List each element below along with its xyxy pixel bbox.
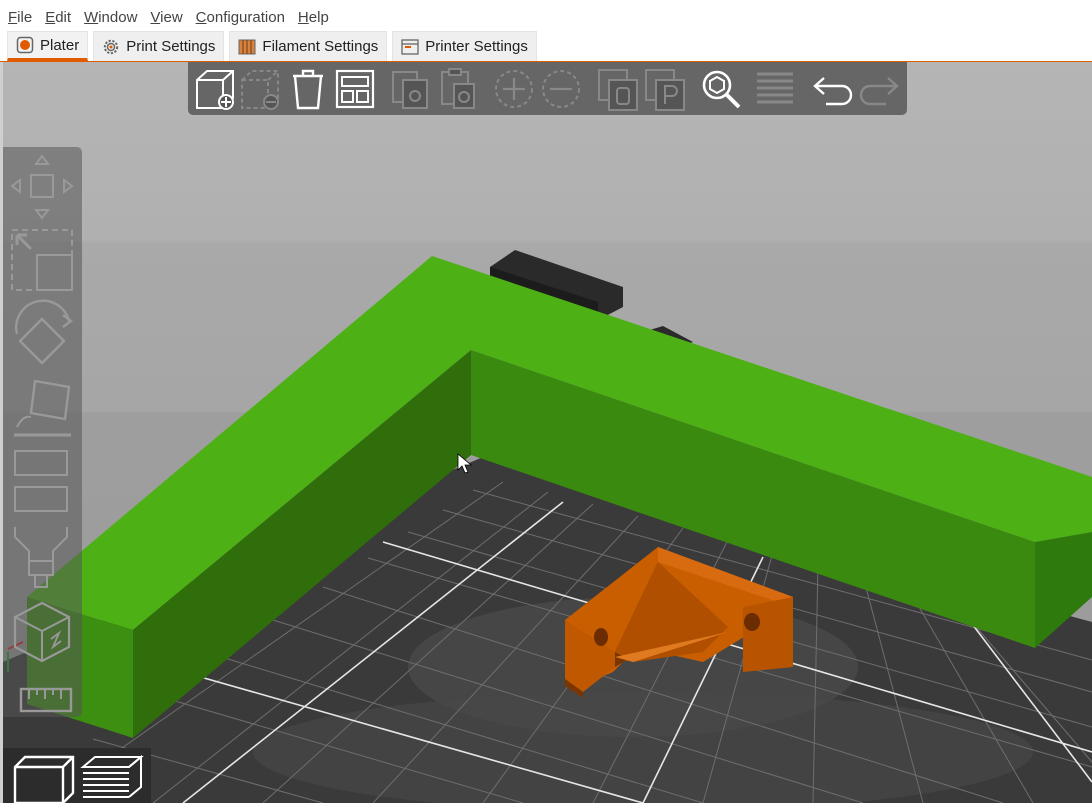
- split-to-objects-button[interactable]: [595, 66, 641, 112]
- remove-instance-icon: [542, 70, 580, 108]
- preview-layers-icon: [80, 754, 144, 798]
- undo-button[interactable]: [810, 66, 856, 112]
- tab-printer-settings[interactable]: Printer Settings: [392, 31, 537, 61]
- search-button[interactable]: [698, 66, 744, 112]
- add-icon: [196, 70, 234, 110]
- menu-file[interactable]: File: [8, 9, 32, 30]
- split-to-parts-icon: [645, 69, 685, 111]
- add-button[interactable]: [193, 66, 239, 112]
- scale-button[interactable]: [9, 227, 75, 293]
- undo-icon: [813, 77, 853, 106]
- menu-window[interactable]: Window: [84, 9, 137, 30]
- arrange-icon: [335, 69, 375, 109]
- tab-print-settings[interactable]: Print Settings: [93, 31, 225, 61]
- menu-bar: File Edit Window View Configuration Help: [0, 0, 1092, 30]
- place-on-face-icon: [14, 379, 71, 437]
- menu-edit[interactable]: Edit: [45, 9, 71, 30]
- rotate-icon: [15, 299, 73, 365]
- arrange-button[interactable]: [332, 66, 378, 112]
- split-to-objects-icon: [598, 69, 638, 111]
- menu-configuration[interactable]: Configuration: [196, 9, 285, 30]
- delete-all-button[interactable]: [285, 66, 331, 112]
- top-toolbar: [188, 62, 907, 115]
- scale-icon: [11, 229, 73, 291]
- left-toolbar: [3, 147, 82, 717]
- view-cube-icon: [13, 601, 71, 663]
- view-cube-button[interactable]: [9, 599, 75, 665]
- delete-all-icon: [293, 69, 323, 110]
- move-icon: [10, 154, 74, 220]
- redo-button[interactable]: [856, 66, 902, 112]
- place-on-face-button[interactable]: [9, 375, 75, 441]
- view-switch: [3, 748, 151, 803]
- move-button[interactable]: [9, 153, 75, 221]
- split-to-parts-button[interactable]: [642, 66, 688, 112]
- 3d-view-icon: [13, 755, 75, 803]
- tab-bar: Plater Print Settings Filament Settings …: [0, 30, 1092, 62]
- 3d-viewport[interactable]: [3, 62, 1092, 803]
- paste-icon: [441, 68, 475, 109]
- tab-filament-settings[interactable]: Filament Settings: [229, 31, 388, 61]
- paint-support-icon: [14, 527, 68, 588]
- delete-icon: [241, 70, 279, 110]
- search-icon: [702, 70, 741, 109]
- cut-icon: [14, 450, 68, 512]
- tab-plater[interactable]: Plater: [7, 31, 89, 61]
- layers-editing-button[interactable]: [752, 66, 798, 112]
- paint-support-button[interactable]: [9, 521, 75, 591]
- rotate-button[interactable]: [9, 299, 75, 369]
- delete-button[interactable]: [238, 66, 284, 112]
- copy-icon: [392, 71, 428, 109]
- printer-icon: [401, 38, 419, 56]
- filament-spool-icon: [238, 38, 256, 56]
- remove-instance-button[interactable]: [538, 66, 584, 112]
- menu-view[interactable]: View: [150, 9, 182, 30]
- layers-editing-icon: [757, 72, 793, 104]
- 3d-view-button[interactable]: [9, 753, 75, 803]
- plater-icon: [16, 36, 34, 54]
- menu-help[interactable]: Help: [298, 9, 329, 30]
- redo-icon: [859, 77, 899, 106]
- measure-icon: [19, 687, 73, 713]
- cut-button[interactable]: [9, 447, 75, 517]
- add-instance-icon: [495, 70, 533, 108]
- copy-button[interactable]: [387, 66, 433, 112]
- scene-canvas[interactable]: [3, 62, 1092, 803]
- gear-icon: [102, 38, 120, 56]
- paste-button[interactable]: [434, 66, 480, 112]
- add-instance-button[interactable]: [491, 66, 537, 112]
- measure-button[interactable]: [9, 675, 75, 715]
- preview-layers-button[interactable]: [79, 753, 145, 803]
